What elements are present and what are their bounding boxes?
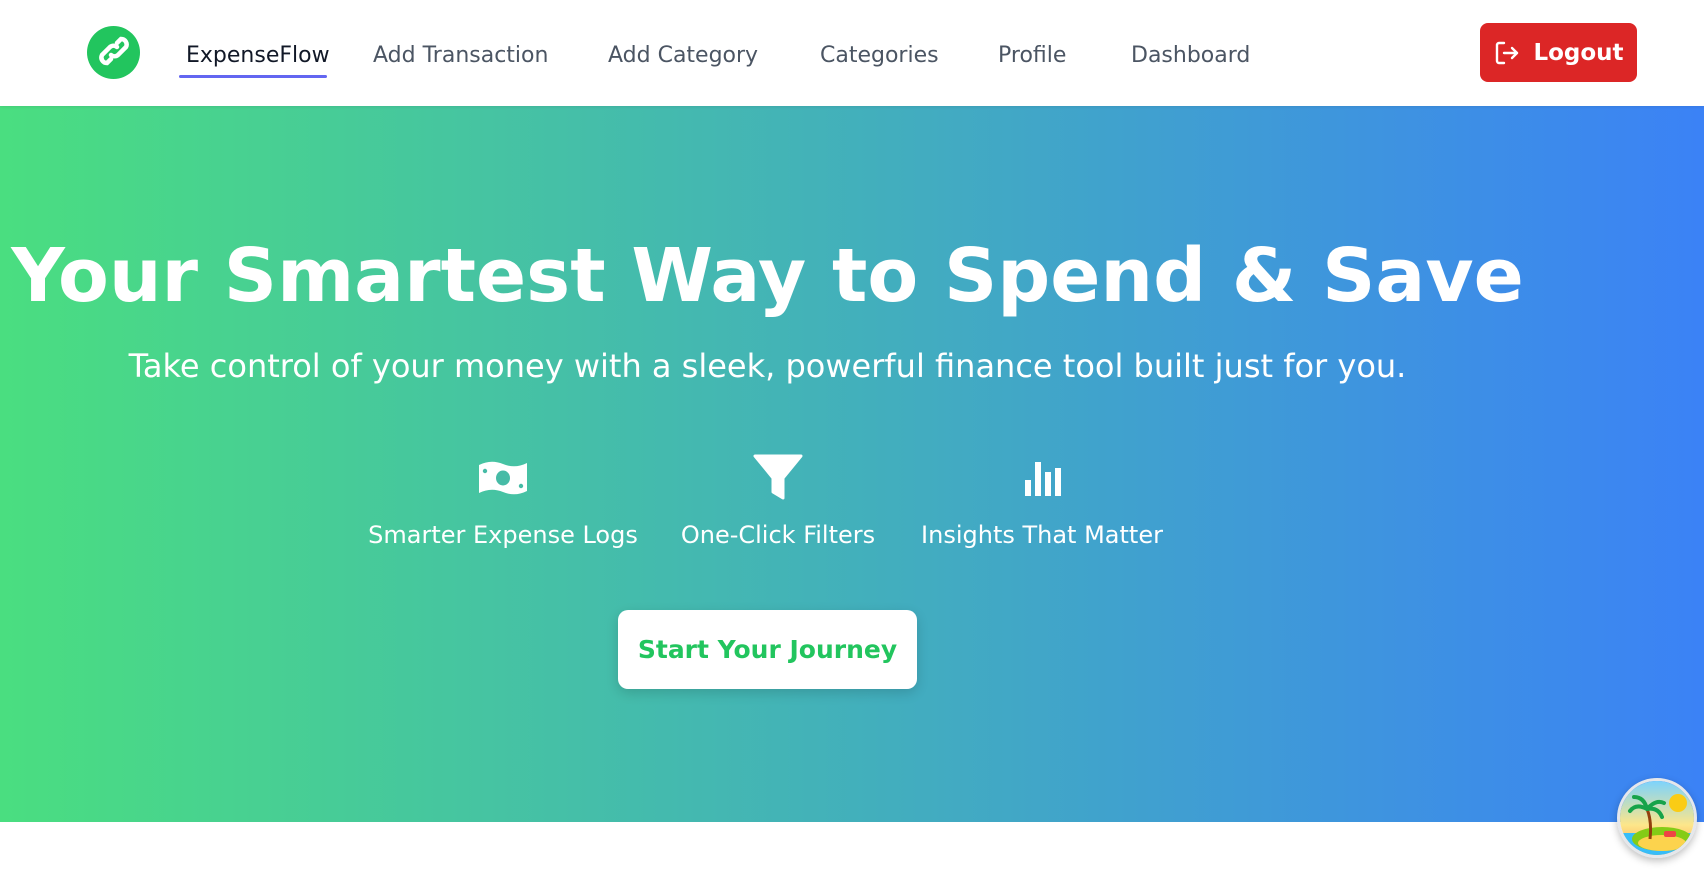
money-bill-icon <box>475 454 531 502</box>
link-icon <box>97 34 131 72</box>
hero-subtitle: Take control of your money with a sleek,… <box>128 347 1407 385</box>
feature-expense-logs: Smarter Expense Logs <box>368 454 638 550</box>
nav-link-add-category[interactable]: Add Category <box>608 42 758 70</box>
bar-chart-icon <box>1014 454 1070 502</box>
filter-icon <box>750 454 806 502</box>
feature-filters: One-Click Filters <box>643 454 913 550</box>
active-nav-indicator <box>179 75 327 78</box>
feature-label: Insights That Matter <box>921 521 1163 549</box>
hero-title: Your Smartest Way to Spend & Save <box>11 233 1524 319</box>
top-navbar: ExpenseFlow Add Transaction Add Category… <box>0 0 1704 106</box>
logout-label: Logout <box>1533 39 1624 66</box>
brand-logo[interactable] <box>87 26 140 79</box>
start-journey-button[interactable]: Start Your Journey <box>618 610 917 689</box>
nav-link-categories[interactable]: Categories <box>820 42 939 70</box>
nav-link-dashboard[interactable]: Dashboard <box>1131 42 1250 70</box>
logout-button[interactable]: Logout <box>1480 23 1637 82</box>
logout-icon <box>1493 39 1521 67</box>
feature-label: One-Click Filters <box>680 521 876 549</box>
hero-section: Your Smartest Way to Spend & Save Take c… <box>0 106 1704 822</box>
nav-link-expenseflow[interactable]: ExpenseFlow <box>186 42 330 70</box>
nav-link-add-transaction[interactable]: Add Transaction <box>373 42 548 70</box>
feature-label: Smarter Expense Logs <box>368 521 638 549</box>
nav-link-profile[interactable]: Profile <box>998 42 1066 70</box>
feature-insights: Insights That Matter <box>907 454 1177 550</box>
beach-island-avatar[interactable] <box>1617 778 1697 858</box>
